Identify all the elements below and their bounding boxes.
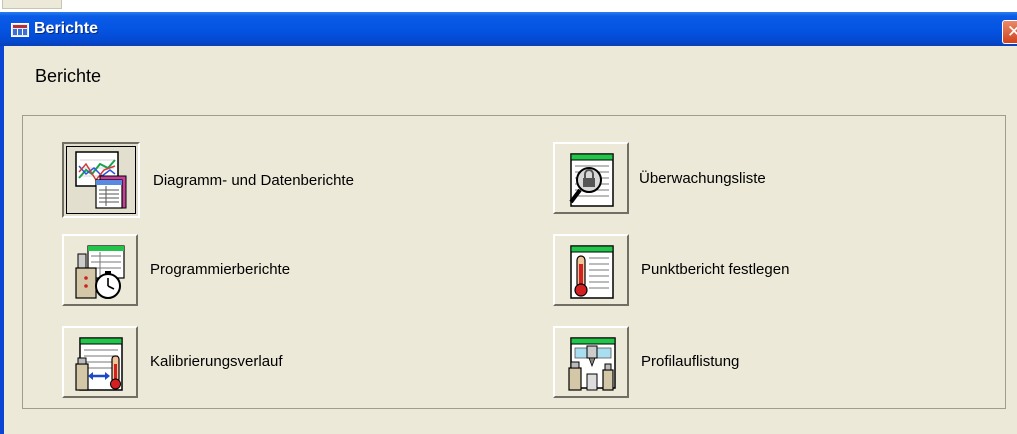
point-report-icon: [570, 245, 614, 299]
window-app-icon: [11, 23, 29, 37]
chart-report-icon: [75, 151, 127, 209]
programming-report-button[interactable]: [62, 234, 138, 306]
chart-report-button[interactable]: [62, 142, 140, 218]
profile-listing-icon: [568, 337, 616, 391]
calibration-history-icon: [75, 337, 123, 391]
calibration-history-label[interactable]: Kalibrierungsverlauf: [150, 353, 283, 370]
background-tab-fragment: [2, 0, 62, 9]
profile-listing-label[interactable]: Profilauflistung: [641, 353, 739, 370]
programming-report-label[interactable]: Programmierberichte: [150, 261, 290, 278]
monitor-list-button[interactable]: [553, 142, 629, 214]
monitor-list-icon: [569, 153, 614, 207]
window-title: Berichte: [34, 20, 99, 37]
monitor-list-label[interactable]: Überwachungsliste: [639, 170, 766, 187]
point-report-label[interactable]: Punktbericht festlegen: [641, 261, 789, 278]
point-report-button[interactable]: [553, 234, 629, 306]
profile-listing-button[interactable]: [553, 326, 629, 398]
page-title: Berichte: [35, 66, 102, 86]
title-bar[interactable]: Berichte ✕: [0, 12, 1017, 46]
programming-report-icon: [75, 245, 125, 299]
chart-report-label[interactable]: Diagramm- und Datenberichte: [153, 172, 354, 189]
calibration-history-button[interactable]: [62, 326, 138, 398]
close-button[interactable]: ✕: [1002, 20, 1017, 44]
